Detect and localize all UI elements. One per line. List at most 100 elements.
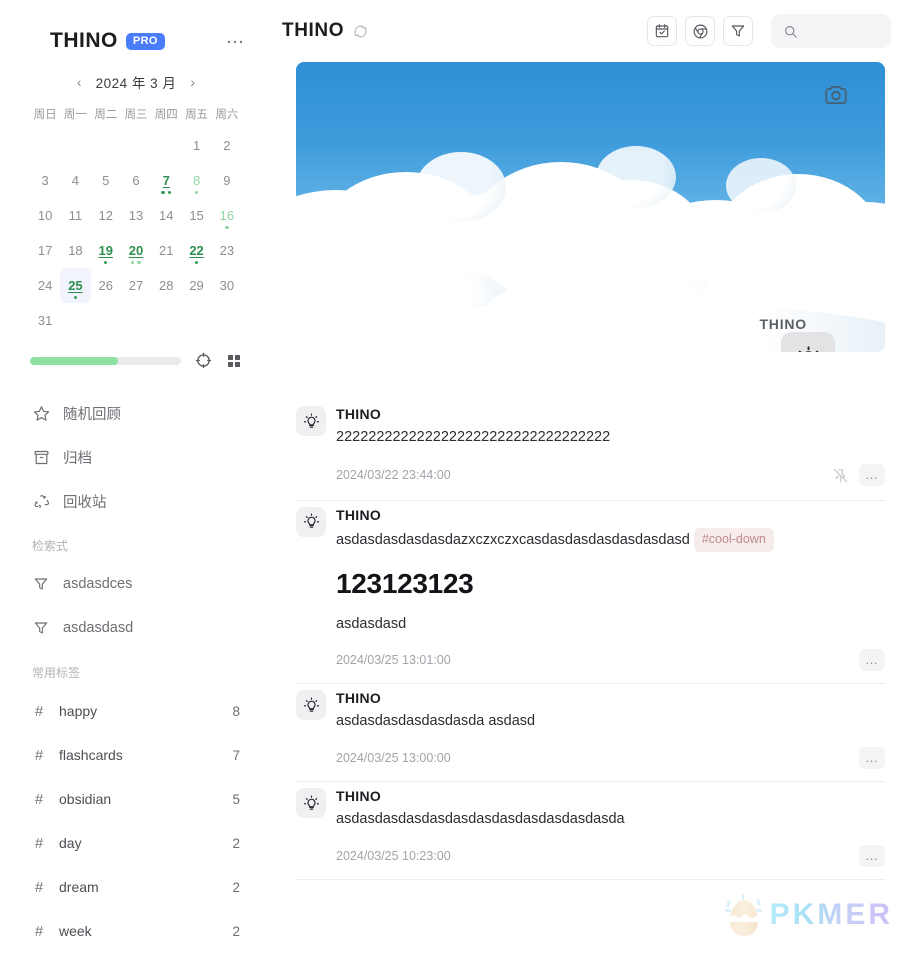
calendar-day-dot: [225, 225, 229, 229]
calendar-day[interactable]: 4: [60, 163, 90, 198]
calendar-day[interactable]: 19: [91, 233, 121, 268]
calendar-day[interactable]: 9: [212, 163, 242, 198]
memo-actions: …: [828, 463, 885, 488]
calendar-day-number: 4: [71, 172, 80, 188]
sidebar-tag-dream[interactable]: # dream 2: [18, 865, 254, 909]
calendar-day[interactable]: 27: [121, 268, 151, 303]
sidebar-item-recycle-bin[interactable]: 回收站: [18, 479, 254, 523]
calendar-day[interactable]: 2: [212, 128, 242, 163]
calendar-weekday: 周二: [94, 109, 118, 121]
calendar-day-number: 12: [98, 207, 113, 223]
calendar-day[interactable]: 14: [151, 198, 181, 233]
calendar-day[interactable]: 5: [91, 163, 121, 198]
memo-body: THINO asdasdasdasdasdasdasdasdasdasdasdas…: [336, 788, 885, 879]
sidebar-query-asdasdasd[interactable]: asdasdasd: [18, 606, 254, 650]
sidebar-more-icon[interactable]: …: [226, 28, 247, 49]
calendar-day[interactable]: 11: [60, 198, 90, 233]
memo-more-button[interactable]: …: [859, 464, 885, 487]
calendar-prev-icon[interactable]: ‹: [77, 74, 82, 90]
calendar-day[interactable]: 12: [91, 198, 121, 233]
memo-more-button[interactable]: …: [859, 747, 885, 769]
calendar-day[interactable]: 20: [121, 233, 151, 268]
sidebar-tag-day[interactable]: # day 2: [18, 821, 254, 865]
calendar-day-dots: [212, 225, 242, 229]
pin-off-icon[interactable]: [828, 463, 853, 488]
filter-icon: [32, 575, 50, 593]
calendar-day[interactable]: 30: [212, 268, 242, 303]
calendar-day[interactable]: 1: [181, 128, 211, 163]
calendar-day[interactable]: 6: [121, 163, 151, 198]
calendar-day[interactable]: 22: [181, 233, 211, 268]
memo-text-value: asdasdasdasdasdazxczxczxcasdasdasdasdasd…: [336, 531, 690, 548]
calendar-day[interactable]: 25: [60, 268, 91, 303]
search-input[interactable]: [806, 23, 879, 39]
sidebar: THINO PRO … ‹ 2024 年 3 月 › 周日 周一 周二 周三 周四 周五周…: [0, 0, 272, 956]
calendar-day-number: 1: [192, 137, 201, 153]
calendar-day-number: 20: [128, 242, 144, 258]
calendar-day[interactable]: 26: [91, 268, 121, 303]
calendar-day[interactable]: 7: [151, 163, 181, 198]
memo-footer: 2024/03/25 10:23:00…: [336, 844, 885, 879]
calendar-weekday-row: 周日 周一 周二 周三 周四 周五 周六: [30, 102, 242, 128]
sidebar-tag-obsidian[interactable]: # obsidian 5: [18, 777, 254, 821]
search-box[interactable]: [771, 14, 891, 48]
calendar-day[interactable]: 18: [60, 233, 90, 268]
sidebar-tag-week[interactable]: # week 2: [18, 909, 254, 953]
calendar-day[interactable]: 31: [30, 303, 60, 338]
lightbulb-icon[interactable]: [296, 406, 326, 436]
calendar-day[interactable]: 24: [30, 268, 60, 303]
hero-brand: THINO: [759, 316, 807, 332]
sidebar-item-archive[interactable]: 归档: [18, 435, 254, 479]
memo-tag-chip[interactable]: #cool-down: [693, 527, 774, 552]
calendar-day[interactable]: 13: [121, 198, 151, 233]
calendar-day-empty: [151, 128, 181, 163]
calendar-check-icon[interactable]: [647, 16, 677, 46]
app-brand: THINO: [50, 29, 118, 52]
memo-timestamp: 2024/03/25 13:01:00: [336, 653, 451, 668]
calendar-title: 2024 年 3 月: [95, 76, 177, 91]
calendar-weekday: 周四: [154, 109, 178, 121]
lightbulb-icon[interactable]: [296, 506, 326, 537]
calendar-day[interactable]: 3: [30, 163, 60, 198]
sync-icon[interactable]: [353, 24, 368, 39]
calendar-day[interactable]: 28: [151, 268, 181, 303]
share-control: Share: [781, 332, 835, 352]
memo-body: THINO asdasdasdasdasdazxczxczxcasdasdasda…: [336, 507, 885, 684]
calendar-day[interactable]: 15: [181, 198, 211, 233]
memo-more-button[interactable]: …: [859, 649, 885, 672]
sidebar-item-random-review[interactable]: 随机回顾: [18, 391, 254, 435]
calendar-day[interactable]: 29: [181, 268, 211, 303]
browser-icon[interactable]: [685, 16, 715, 46]
calendar-day[interactable]: 8: [181, 163, 211, 198]
progress-bar[interactable]: [30, 356, 181, 365]
sidebar-tag-happy[interactable]: # happy 8: [18, 689, 254, 733]
focus-target-icon[interactable]: [195, 352, 212, 369]
calendar-day[interactable]: 23: [212, 233, 242, 268]
calendar-day[interactable]: 21: [151, 233, 181, 268]
calendar-day-number: 29: [189, 277, 204, 293]
sidebar-query-asdasdces[interactable]: asdasdces: [18, 562, 254, 606]
calendar-day-number: 30: [219, 277, 235, 293]
memo-card: THINO asdasdasdasdasdasdasdasdasdasdasdas…: [296, 782, 885, 879]
memo-more-button[interactable]: …: [859, 844, 885, 867]
grid-view-icon[interactable]: [226, 353, 242, 369]
calendar-day[interactable]: 16: [212, 198, 242, 233]
calendar-day-number: 2: [223, 137, 231, 153]
calendar-next-icon[interactable]: ›: [190, 74, 195, 90]
calendar-day-number: 15: [189, 207, 204, 223]
star-icon: [32, 404, 50, 422]
calendar-day[interactable]: 10: [30, 198, 60, 233]
lightbulb-icon[interactable]: [296, 690, 326, 721]
sidebar-tag-flashcards[interactable]: # flashcards 7: [18, 733, 254, 777]
filter-icon[interactable]: [723, 16, 753, 46]
hash-icon: #: [34, 790, 44, 808]
calendar-day-number: 9: [223, 172, 231, 188]
filter-icon: [32, 619, 50, 637]
lightbulb-icon[interactable]: [781, 332, 835, 352]
calendar-day[interactable]: 17: [30, 233, 60, 268]
pro-badge[interactable]: PRO: [125, 32, 165, 50]
calendar: ‹ 2024 年 3 月 › 周日 周一 周二 周三 周四 周五 周六 1234567891…: [0, 62, 272, 338]
calendar-day-number: 28: [159, 277, 174, 293]
camera-icon[interactable]: [823, 82, 849, 113]
lightbulb-icon[interactable]: [296, 788, 326, 818]
